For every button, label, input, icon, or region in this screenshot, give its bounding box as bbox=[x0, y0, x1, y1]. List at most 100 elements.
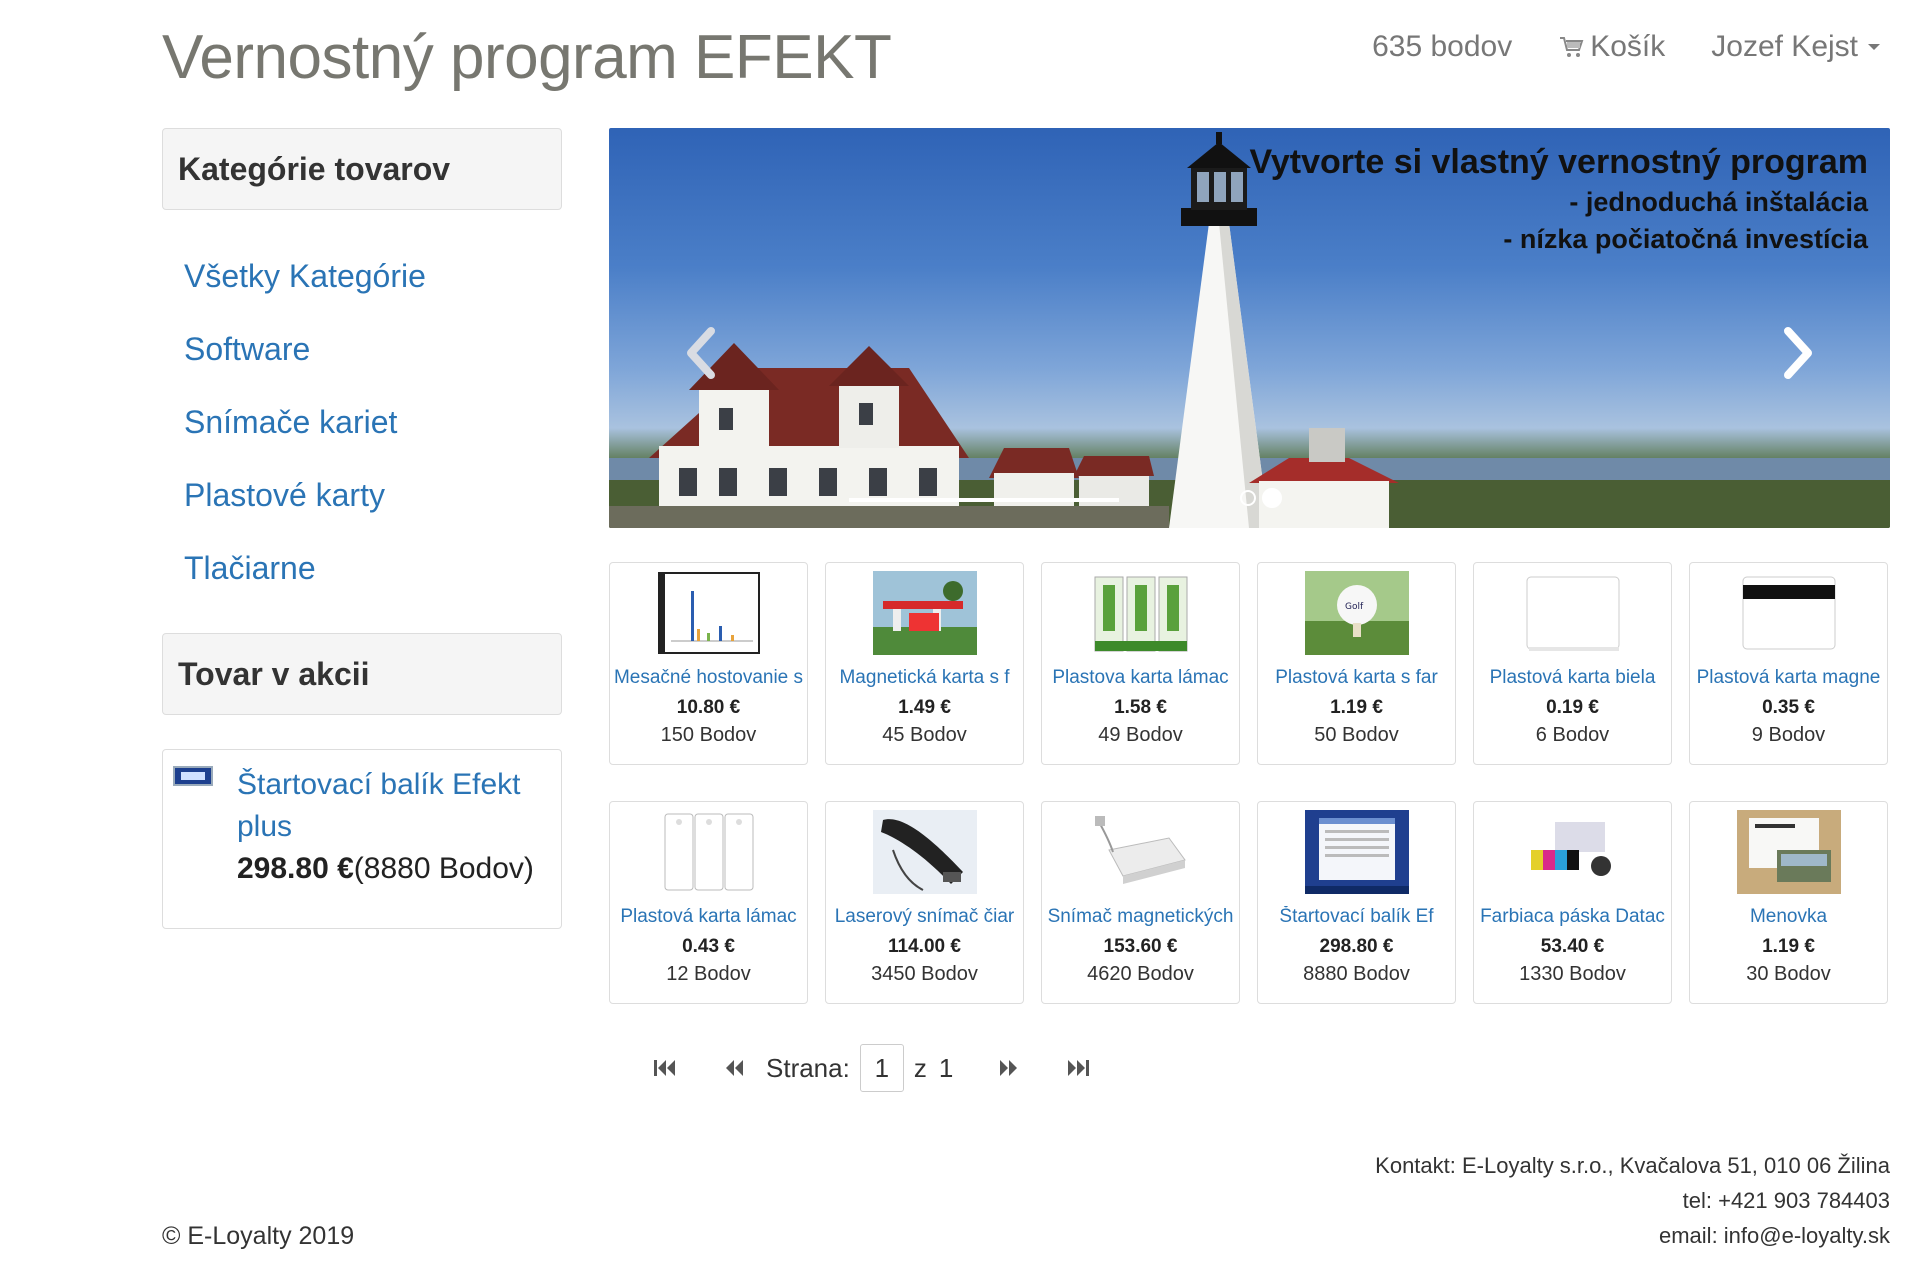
banner-carousel[interactable]: Vytvorte si vlastný vernostný program - … bbox=[609, 128, 1890, 528]
product-name[interactable]: Plastova karta lámac bbox=[1042, 667, 1239, 689]
cart-icon bbox=[1560, 37, 1584, 57]
category-item-plastic-cards[interactable]: Plastové karty bbox=[184, 459, 562, 532]
banner-headline: Vytvorte si vlastný vernostný program bbox=[1249, 143, 1868, 181]
product-card[interactable]: Štartovací balík Ef 298.80 € 8880 Bodov bbox=[1257, 801, 1456, 1004]
product-card[interactable]: Snímač magnetických 153.60 € 4620 Bodov bbox=[1041, 801, 1240, 1004]
page-total: 1 bbox=[938, 1052, 954, 1083]
color-ribbon-icon bbox=[1520, 810, 1625, 894]
cart-label: Košík bbox=[1590, 30, 1666, 63]
product-card[interactable]: Plastova karta lámac 1.58 € 49 Bodov bbox=[1041, 562, 1240, 765]
caret-down-icon bbox=[1868, 44, 1880, 50]
last-page-icon[interactable] bbox=[1063, 1053, 1093, 1083]
product-points: 30 Bodov bbox=[1746, 963, 1831, 985]
product-price: 53.40 € bbox=[1540, 936, 1605, 957]
product-card[interactable]: Menovka 1.19 € 30 Bodov bbox=[1689, 801, 1888, 1004]
category-item-all[interactable]: Všetky Kategórie bbox=[184, 240, 562, 313]
product-card[interactable]: Plastová karta biela 0.19 € 6 Bodov bbox=[1473, 562, 1672, 765]
category-item-card-readers[interactable]: Snímače kariet bbox=[184, 386, 562, 459]
chart-screenshot-icon bbox=[657, 571, 761, 655]
banner-point-2: - nízka počiatočná investícia bbox=[1503, 224, 1868, 254]
white-card-icon bbox=[1521, 571, 1625, 655]
product-name[interactable]: Plastová karta biela bbox=[1474, 667, 1671, 689]
product-price: 0.35 € bbox=[1762, 697, 1815, 718]
carousel-dot-2[interactable] bbox=[1262, 488, 1282, 508]
product-card[interactable]: Magnetická karta s f 1.49 € 45 Bodov bbox=[825, 562, 1024, 765]
product-name[interactable]: Magnetická karta s f bbox=[826, 667, 1023, 689]
product-points: 6 Bodov bbox=[1535, 724, 1610, 746]
pagination: Strana: z 1 bbox=[650, 1044, 1093, 1092]
product-card[interactable]: Plastová karta magne 0.35 € 9 Bodov bbox=[1689, 562, 1888, 765]
prev-page-icon[interactable] bbox=[720, 1053, 750, 1083]
software-screenshot-icon bbox=[1304, 810, 1409, 894]
product-points: 8880 Bodov bbox=[1303, 963, 1410, 985]
product-price: 1.19 € bbox=[1762, 936, 1815, 957]
promo-heading: Tovar v akcii bbox=[162, 633, 562, 715]
product-points: 12 Bodov bbox=[666, 963, 751, 985]
carousel-dot-1[interactable] bbox=[1240, 490, 1256, 506]
carousel-prev-icon[interactable] bbox=[681, 323, 721, 383]
product-card[interactable]: Plastová karta lámac 0.43 € 12 Bodov bbox=[609, 801, 808, 1004]
category-list: Všetky Kategórie Software Snímače kariet… bbox=[162, 210, 562, 625]
contact-email[interactable]: email: info@e-loyalty.sk bbox=[1375, 1218, 1890, 1253]
svg-text:Golf: Golf bbox=[1345, 602, 1364, 612]
next-page-icon[interactable] bbox=[993, 1053, 1023, 1083]
product-price: 10.80 € bbox=[676, 697, 741, 718]
breakable-cards-icon bbox=[1088, 571, 1193, 655]
page-of-label: z bbox=[913, 1052, 927, 1083]
product-points: 3450 Bodov bbox=[871, 963, 978, 985]
product-grid: Mesačné hostovanie s 10.80 € 150 Bodov M… bbox=[609, 562, 1890, 1004]
product-name[interactable]: Štartovací balík Ef bbox=[1258, 906, 1455, 928]
name-badge-icon bbox=[1736, 810, 1841, 894]
product-points: 4620 Bodov bbox=[1087, 963, 1194, 985]
top-nav: 635 bodov Košík Jozef Kejst bbox=[1372, 30, 1880, 64]
product-name[interactable]: Farbiaca páska Datac bbox=[1474, 906, 1671, 928]
contact-address: Kontakt: E-Loyalty s.r.o., Kvačalova 51,… bbox=[1375, 1153, 1890, 1178]
product-name[interactable]: Plastová karta s far bbox=[1258, 667, 1455, 689]
product-price: 153.60 € bbox=[1103, 936, 1178, 957]
user-menu[interactable]: Jozef Kejst bbox=[1711, 30, 1880, 64]
banner-caption: Vytvorte si vlastný vernostný program - … bbox=[1249, 140, 1868, 258]
magnetic-reader-icon bbox=[1088, 810, 1193, 894]
contact-info: Kontakt: E-Loyalty s.r.o., Kvačalova 51,… bbox=[1375, 1148, 1890, 1253]
categories-heading: Kategórie tovarov bbox=[162, 128, 562, 210]
product-card[interactable]: Laserový snímač čiar 114.00 € 3450 Bodov bbox=[825, 801, 1024, 1004]
category-item-printers[interactable]: Tlačiarne bbox=[184, 532, 562, 605]
product-name[interactable]: Mesačné hostovanie s bbox=[610, 667, 807, 689]
product-card[interactable]: Mesačné hostovanie s 10.80 € 150 Bodov bbox=[609, 562, 808, 765]
promo-price-value: 298.80 € bbox=[237, 852, 354, 885]
promo-item-price: 298.80 €(8880 Bodov) bbox=[237, 848, 551, 890]
user-name: Jozef Kejst bbox=[1711, 30, 1858, 63]
product-name[interactable]: Plastová karta lámac bbox=[610, 906, 807, 928]
promo-item-name[interactable]: Štartovací balík Efekt plus bbox=[237, 764, 551, 848]
product-price: 1.58 € bbox=[1114, 697, 1167, 718]
page-number-input[interactable] bbox=[859, 1044, 904, 1092]
carousel-next-icon[interactable] bbox=[1778, 323, 1818, 383]
cart-link[interactable]: Košík bbox=[1558, 30, 1665, 64]
product-price: 298.80 € bbox=[1319, 936, 1394, 957]
product-name[interactable]: Plastová karta magne bbox=[1690, 667, 1887, 689]
product-name[interactable]: Laserový snímač čiar bbox=[826, 906, 1023, 928]
product-card[interactable]: Farbiaca páska Datac 53.40 € 1330 Bodov bbox=[1473, 801, 1672, 1004]
barcode-scanner-icon bbox=[872, 810, 977, 894]
page-label: Strana: bbox=[766, 1052, 850, 1083]
points-balance[interactable]: 635 bodov bbox=[1372, 30, 1512, 64]
white-breakable-card-icon bbox=[657, 810, 761, 894]
product-price: 0.43 € bbox=[682, 936, 735, 957]
gas-station-card-icon bbox=[872, 571, 977, 655]
software-package-icon[interactable] bbox=[173, 766, 213, 786]
banner-point-1: - jednoduchá inštalácia bbox=[1569, 187, 1868, 217]
product-card[interactable]: Golf Plastová karta s far 1.19 € 50 Bodo… bbox=[1257, 562, 1456, 765]
first-page-icon[interactable] bbox=[650, 1053, 680, 1083]
product-points: 49 Bodov bbox=[1098, 724, 1183, 746]
contact-phone: tel: +421 903 784403 bbox=[1682, 1188, 1890, 1213]
product-points: 50 Bodov bbox=[1314, 724, 1399, 746]
sidebar: Kategórie tovarov Všetky Kategórie Softw… bbox=[162, 128, 562, 929]
product-points: 45 Bodov bbox=[882, 724, 967, 746]
product-name[interactable]: Menovka bbox=[1690, 906, 1887, 928]
product-name[interactable]: Snímač magnetických bbox=[1042, 906, 1239, 928]
category-item-software[interactable]: Software bbox=[184, 313, 562, 386]
site-title[interactable]: Vernostný program EFEKT bbox=[162, 22, 892, 93]
promo-points-value: (8880 Bodov) bbox=[353, 852, 534, 885]
copyright: © E-Loyalty 2019 bbox=[162, 1222, 355, 1250]
magnetic-card-icon bbox=[1737, 571, 1841, 655]
